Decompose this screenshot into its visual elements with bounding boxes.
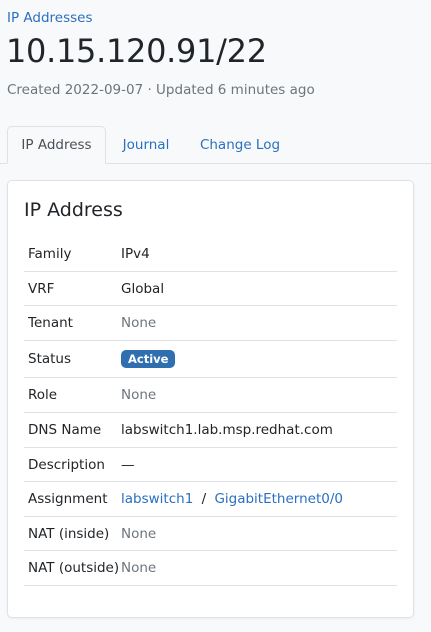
table-row-nat-inside: NAT (inside) None [24, 517, 397, 551]
row-key: Description [28, 456, 105, 473]
interface-link[interactable]: GigabitEthernet0/0 [214, 491, 343, 507]
tab-change-log-label: Change Log [199, 137, 281, 153]
tab-journal-label: Journal [122, 137, 170, 153]
tab-ip-address[interactable]: IP Address [7, 126, 106, 164]
attributes-table: Family IPv4 VRF Global Tenant None Statu… [24, 237, 397, 586]
table-row-nat-outside: NAT (outside) None [24, 551, 397, 586]
status-badge: Active [121, 350, 176, 368]
row-key: VRF [28, 280, 55, 297]
row-key: NAT (outside) [28, 560, 120, 576]
table-row-dns-name: DNS Name labswitch1.lab.msp.redhat.com [24, 413, 397, 448]
table-row-status: Status Active [24, 341, 397, 378]
tab-change-log[interactable]: Change Log [190, 126, 290, 164]
row-value-dns-name: labswitch1.lab.msp.redhat.com [121, 422, 333, 438]
tab-bar: IP Address Journal Change Log [0, 126, 431, 164]
table-row-description: Description — [24, 448, 397, 482]
row-value-vrf: Global [121, 280, 165, 297]
row-value-family: IPv4 [121, 246, 150, 262]
device-link[interactable]: labswitch1 [121, 491, 193, 507]
ip-address-page: IP Addresses 10.15.120.91/22 Created 202… [0, 0, 431, 632]
row-value-assignment: labswitch1 / GigabitEthernet0/0 [121, 491, 343, 507]
row-value-nat-inside: None [121, 525, 157, 542]
table-row-family: Family IPv4 [24, 237, 397, 272]
row-key: Role [28, 387, 58, 403]
row-key: Assignment [28, 491, 108, 507]
row-value-tenant: None [121, 315, 157, 331]
row-value-nat-outside: None [121, 560, 157, 576]
table-row-assignment: Assignment labswitch1 / GigabitEthernet0… [24, 482, 397, 517]
card-title: IP Address [24, 199, 123, 221]
row-value-role: None [121, 387, 157, 403]
row-key: Tenant [28, 315, 73, 331]
row-key: Family [28, 246, 72, 262]
table-row-tenant: Tenant None [24, 306, 397, 341]
row-value-description: — [121, 456, 135, 473]
tab-journal[interactable]: Journal [112, 126, 180, 164]
tab-ip-address-label: IP Address [21, 137, 92, 153]
assignment-separator: / [201, 491, 207, 507]
table-row-vrf: VRF Global [24, 272, 397, 306]
row-key: DNS Name [28, 422, 102, 438]
row-key: NAT (inside) [28, 525, 110, 542]
created-updated-meta: Created 2022-09-07 · Updated 6 minutes a… [7, 82, 315, 98]
page-title: 10.15.120.91/22 [6, 32, 267, 70]
breadcrumb-ip-addresses[interactable]: IP Addresses [7, 10, 93, 26]
row-key: Status [28, 351, 72, 367]
row-value-status: Active [121, 350, 176, 368]
table-row-role: Role None [24, 378, 397, 413]
